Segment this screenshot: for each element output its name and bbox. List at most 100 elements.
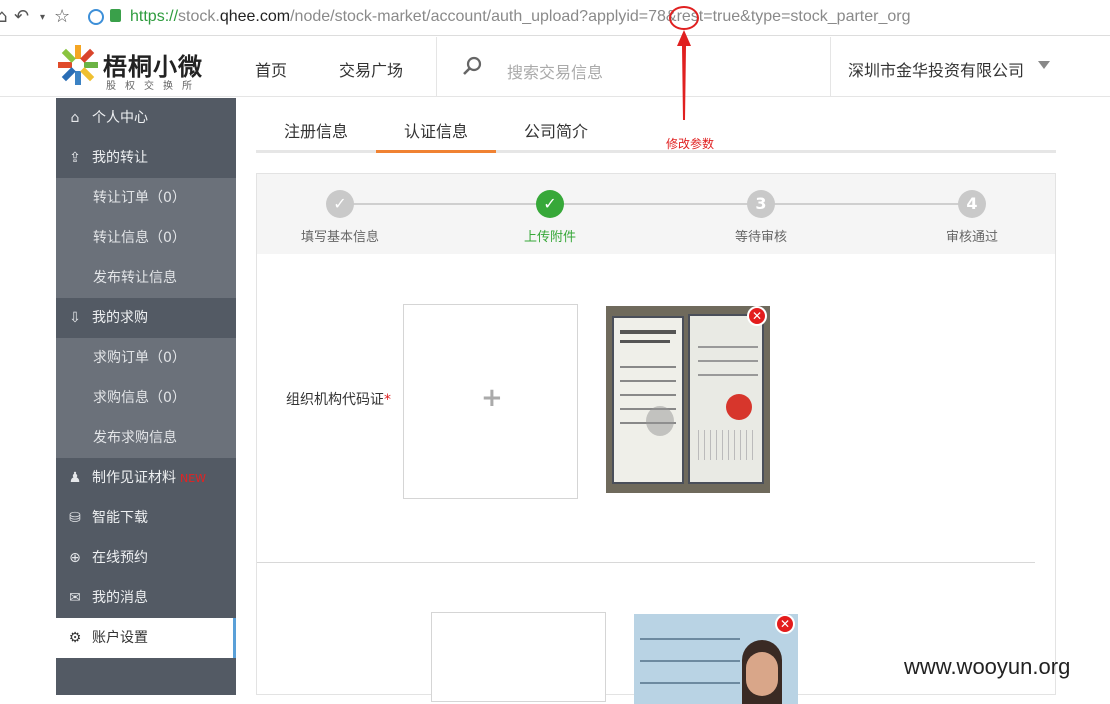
header-divider (436, 37, 437, 97)
certification-panel: ✓ ✓ 3 4 填写基本信息 上传附件 等待审核 审核通过 组织机构代码证* +… (256, 173, 1056, 704)
doc-text-line (620, 366, 676, 368)
mail-icon: ✉ (69, 590, 81, 606)
sidebar-item-account-settings[interactable]: ⚙ 账户设置 (56, 618, 236, 658)
id-photo-face (746, 652, 778, 696)
annotation-text: 修改参数 (666, 137, 715, 151)
nav-trade-plaza[interactable]: 交易广场 (339, 57, 403, 81)
sidebar-item-transfer-info[interactable]: 转让信息（0） (56, 218, 236, 258)
sidebar-item-transfer-orders[interactable]: 转让订单（0） (56, 178, 236, 218)
logo-subtitle: 股权交换所 (106, 81, 201, 92)
annotation-arrow (677, 30, 691, 120)
sidebar-item-label: 求购信息（0） (93, 390, 186, 406)
nav-home[interactable]: 首页 (255, 57, 287, 81)
home-icon: ⌂ (70, 110, 80, 126)
step-1-check-icon: ✓ (326, 190, 354, 218)
org-code-cert-label-text: 组织机构代码证 (286, 392, 384, 408)
delete-image-button[interactable]: ✕ (775, 614, 795, 634)
url-host-prefix: stock. (178, 8, 220, 25)
search-icon[interactable] (461, 55, 483, 77)
id-card-thumbnail[interactable] (634, 614, 798, 704)
sidebar-item-label: 我的转让 (92, 150, 148, 166)
sidebar-item-label: 转让订单（0） (93, 190, 186, 206)
sidebar-item-my-transfers[interactable]: ⇪ 我的转让 (56, 138, 236, 178)
doc-text-line (640, 638, 740, 640)
sidebar-item-label: 发布求购信息 (93, 430, 177, 446)
home-icon[interactable]: ⌂ (0, 6, 7, 27)
sidebar-item-label: 在线预约 (92, 550, 148, 566)
doc-text-line (640, 682, 740, 684)
sidebar-item-label: 制作见证材料 (92, 470, 176, 486)
sidebar-item-witness-materials[interactable]: ♟ 制作见证材料 NEW (56, 458, 236, 498)
url-field[interactable]: https://stock.qhee.com/node/stock-market… (130, 8, 910, 26)
doc-text-line (620, 380, 676, 382)
doc-heading (620, 330, 676, 334)
browser-logo-icon (88, 9, 104, 25)
org-code-cert-label: 组织机构代码证* (286, 389, 391, 409)
doc-heading (620, 340, 670, 343)
org-code-cert-thumbnail[interactable] (606, 306, 770, 493)
sidebar-item-label: 个人中心 (92, 110, 148, 126)
logo-icon (58, 45, 98, 85)
section-divider (257, 562, 1035, 563)
sidebar-item-label: 我的消息 (92, 590, 148, 606)
download-icon: ⇩ (69, 310, 81, 326)
undo-icon[interactable]: ↶ (14, 6, 29, 27)
step-1-label: 填写基本信息 (300, 230, 379, 245)
step-3-label: 等待审核 (734, 230, 787, 245)
new-badge: NEW (180, 472, 207, 485)
delete-image-button[interactable]: ✕ (747, 306, 767, 326)
sidebar-item-label: 账户设置 (92, 630, 148, 646)
browser-address-bar: ⌂ ↶ ▾ ☆ https://stock.qhee.com/node/stoc… (0, 0, 1110, 36)
annotation-circle (669, 6, 699, 30)
caret-down-icon[interactable] (1038, 61, 1050, 69)
company-name[interactable]: 深圳市金华投资有限公司 (848, 57, 1024, 81)
gear-icon: ⚙ (68, 630, 82, 646)
sidebar-item-publish-purchase[interactable]: 发布求购信息 (56, 418, 236, 458)
sidebar-item-online-booking[interactable]: ⊕ 在线预约 (56, 538, 236, 578)
sidebar-item-smart-download[interactable]: ⛁ 智能下载 (56, 498, 236, 538)
profile-tabs: 注册信息 认证信息 公司简介 (256, 113, 1056, 153)
step-2-label: 上传附件 (523, 230, 576, 245)
doc-text-line (698, 374, 758, 376)
steps-track (340, 203, 970, 205)
sidebar-item-purchase-orders[interactable]: 求购订单（0） (56, 338, 236, 378)
globe-icon: ⊕ (69, 550, 81, 566)
tab-registration-info[interactable]: 注册信息 (266, 113, 366, 153)
bookmark-star-icon[interactable]: ☆ (54, 6, 70, 27)
header-divider (830, 37, 831, 97)
tab-company-profile[interactable]: 公司简介 (506, 113, 606, 153)
step-3-number: 3 (747, 190, 775, 218)
doc-text-line (640, 660, 740, 662)
step-2-check-icon: ✓ (536, 190, 564, 218)
sidebar-item-my-messages[interactable]: ✉ 我的消息 (56, 578, 236, 618)
tab-certification-info[interactable]: 认证信息 (376, 113, 496, 153)
sidebar-item-personal-center[interactable]: ⌂ 个人中心 (56, 98, 236, 138)
sidebar-item-my-purchases[interactable]: ⇩ 我的求购 (56, 298, 236, 338)
doc-text-line (698, 360, 758, 362)
required-mark: * (384, 392, 391, 408)
doc-text-line (698, 346, 758, 348)
upload-dropzone[interactable] (431, 612, 606, 702)
person-icon: ♟ (68, 470, 82, 486)
sidebar-item-label: 我的求购 (92, 310, 148, 326)
site-header: 梧桐小微 股权交换所 首页 交易广场 搜索交易信息 深圳市金华投资有限公司 (0, 37, 1110, 97)
drive-icon: ⛁ (69, 510, 81, 526)
lock-icon (110, 9, 121, 22)
url-scheme: https:// (130, 8, 179, 25)
step-4-label: 审核通过 (945, 230, 998, 245)
progress-steps: ✓ ✓ 3 4 填写基本信息 上传附件 等待审核 审核通过 (257, 174, 1055, 254)
watermark: www.wooyun.org (904, 654, 1071, 679)
url-path: /node/stock-market/account/auth_upload?a… (290, 8, 911, 25)
chevron-down-icon[interactable]: ▾ (40, 12, 45, 23)
sidebar-item-publish-transfer[interactable]: 发布转让信息 (56, 258, 236, 298)
search-input[interactable]: 搜索交易信息 (507, 59, 603, 83)
upload-dropzone[interactable]: + (403, 304, 578, 499)
doc-text-line (620, 394, 676, 396)
sidebar-item-label: 发布转让信息 (93, 270, 177, 286)
sidebar: ⌂ 个人中心 ⇪ 我的转让 转让订单（0） 转让信息（0） 发布转让信息 ⇩ 我… (56, 98, 236, 695)
red-seal-icon (726, 394, 752, 420)
sidebar-item-purchase-info[interactable]: 求购信息（0） (56, 378, 236, 418)
sidebar-item-label: 智能下载 (92, 510, 148, 526)
plus-icon: + (481, 383, 503, 413)
blur-patch (646, 406, 674, 436)
